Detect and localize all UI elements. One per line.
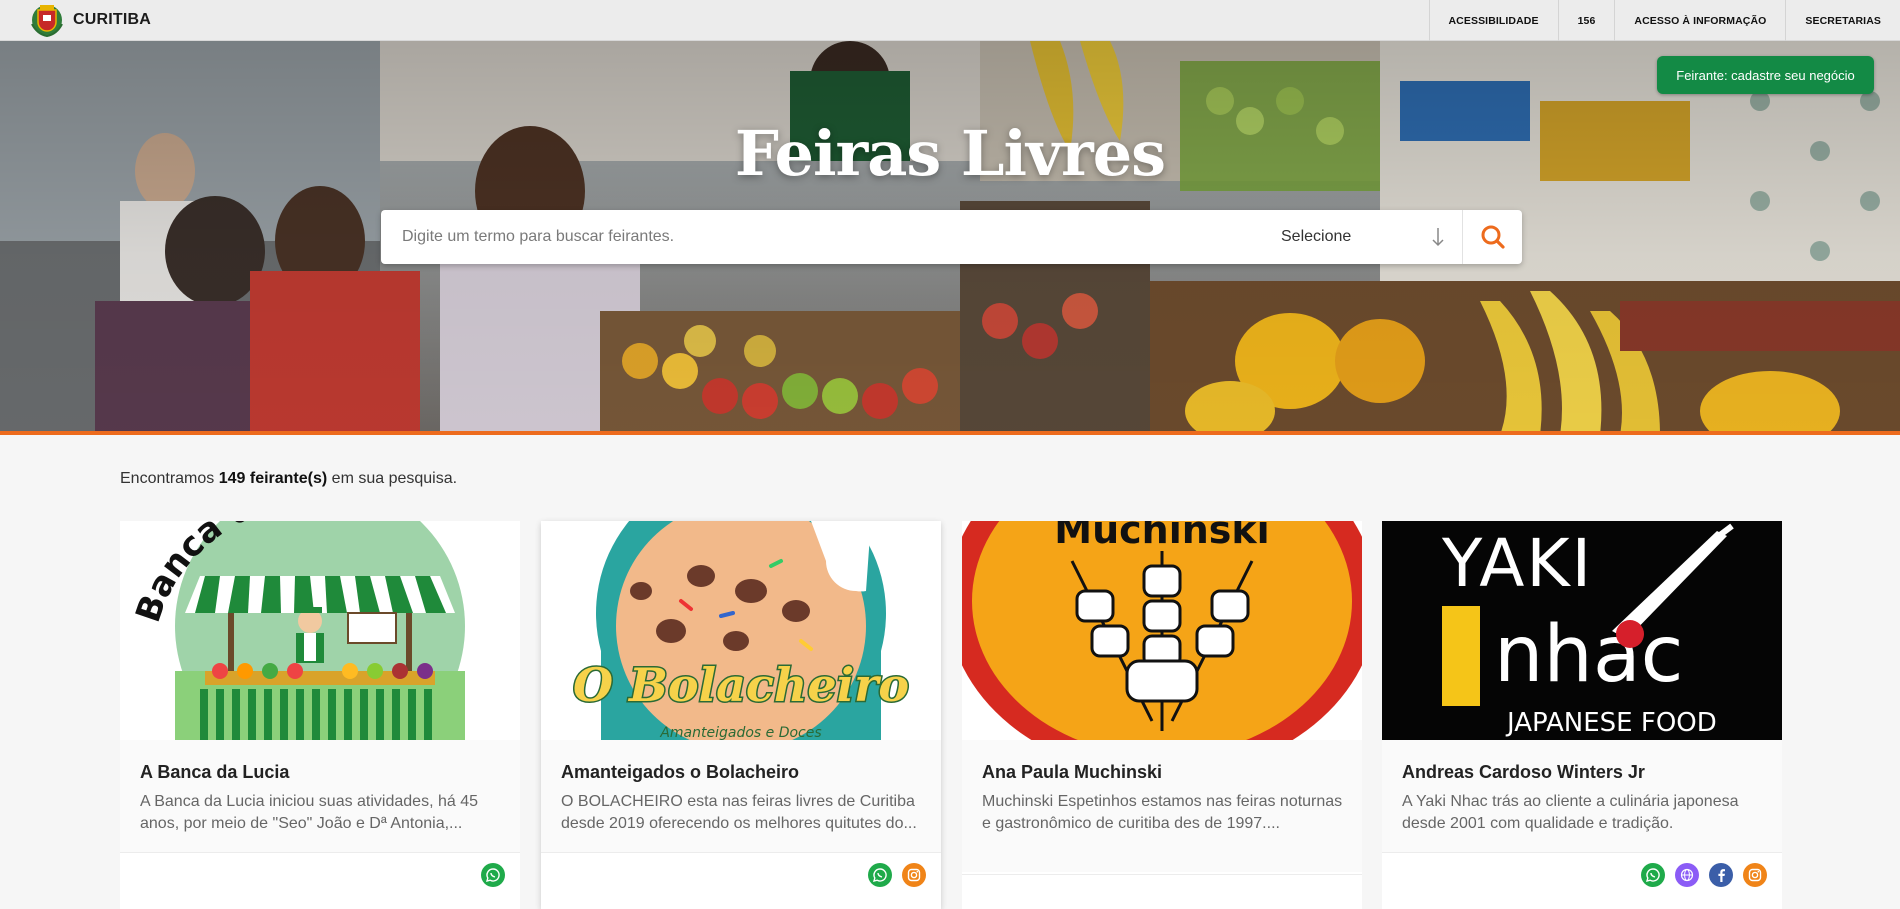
card-description: A Banca da Lucia iniciou suas atividades… — [140, 793, 479, 832]
card-description: Muchinski Espetinhos estamos nas feiras … — [982, 793, 1343, 832]
hero-banner: Feiras Livres Feirante: cadastre seu neg… — [0, 41, 1900, 435]
coat-of-arms-icon — [31, 5, 63, 38]
category-select[interactable]: Selecione — [1281, 210, 1481, 264]
card-body: Ana Paula Muchinski Muchinski Espetinhos… — [962, 740, 1362, 872]
whatsapp-icon[interactable] — [868, 863, 892, 887]
card-title[interactable]: Andreas Cardoso Winters Jr — [1402, 762, 1645, 783]
whatsapp-icon[interactable] — [1641, 863, 1665, 887]
card-description: A Yaki Nhac trás ao cliente a culinária … — [1402, 793, 1739, 832]
logo-text-mid: nhac — [1494, 610, 1684, 700]
muchinski-logo: Muchinski — [962, 521, 1362, 740]
card-footer — [1382, 852, 1782, 898]
nav-secretarias[interactable]: SECRETARIAS — [1785, 0, 1900, 41]
page-title: Feiras Livres — [734, 117, 1166, 190]
instagram-icon[interactable] — [1743, 863, 1767, 887]
logo-text: O Bolacheiro — [573, 658, 909, 712]
vendor-card[interactable]: Banca da Lucia A Banca da Lucia A Banca … — [120, 521, 520, 909]
results-prefix: Encontramos — [120, 470, 219, 487]
brand-name: CURITIBA — [73, 11, 152, 28]
yaki-nhac-logo: YAKI nhac JAPANESE FOOD — [1382, 521, 1782, 740]
vendor-logo: Banca da Lucia — [120, 521, 520, 740]
logo-subtext: Amanteigados e Doces — [659, 725, 821, 740]
card-footer — [541, 852, 941, 898]
results-count: 149 feirante(s) — [218, 470, 328, 487]
facebook-icon[interactable] — [1709, 863, 1733, 887]
vendor-logo: Muchinski — [962, 521, 1362, 740]
select-label: Selecione — [1281, 228, 1352, 245]
vendor-logo: YAKI nhac JAPANESE FOOD — [1382, 521, 1782, 740]
bolacheiro-logo: O Bolacheiro Amanteigados e Doces — [541, 521, 941, 740]
card-title[interactable]: Ana Paula Muchinski — [982, 762, 1162, 783]
results-summary: Encontramos 149 feirante(s) em sua pesqu… — [120, 470, 457, 488]
vendor-card[interactable]: YAKI nhac JAPANESE FOOD Andreas Cardoso … — [1382, 521, 1782, 909]
vendor-card[interactable]: O Bolacheiro Amanteigados e Doces Amante… — [541, 521, 941, 909]
logo-text-bottom: JAPANESE FOOD — [1505, 708, 1717, 738]
logo-text: Muchinski — [1054, 521, 1269, 552]
nav-acessibilidade[interactable]: ACESSIBILIDADE — [1428, 0, 1558, 41]
whatsapp-icon[interactable] — [481, 863, 505, 887]
curitiba-logo[interactable]: CURITIBA — [28, 3, 152, 38]
instagram-icon[interactable] — [902, 863, 926, 887]
card-footer — [962, 874, 1362, 909]
nav-acesso-informacao[interactable]: ACESSO À INFORMAÇÃO — [1614, 0, 1785, 41]
register-vendor-button[interactable]: Feirante: cadastre seu negócio — [1657, 56, 1874, 94]
logo-text-top: YAKI — [1441, 525, 1593, 602]
results-suffix: em sua pesquisa. — [327, 470, 458, 487]
card-description: O BOLACHEIRO esta nas feiras livres de C… — [561, 793, 917, 832]
arrow-down-icon — [1432, 228, 1444, 247]
website-icon[interactable] — [1675, 863, 1699, 887]
top-bar: CURITIBA ACESSIBILIDADE 156 ACESSO À INF… — [0, 0, 1900, 41]
banca-da-lucia-logo: Banca da Lucia — [120, 521, 520, 740]
card-title[interactable]: A Banca da Lucia — [140, 762, 289, 783]
card-title[interactable]: Amanteigados o Bolacheiro — [561, 762, 799, 783]
nav-156[interactable]: 156 — [1557, 0, 1615, 41]
card-footer — [120, 852, 520, 898]
search-button[interactable] — [1462, 210, 1522, 264]
search-input[interactable] — [381, 210, 1261, 264]
top-navigation: ACESSIBILIDADE 156 ACESSO À INFORMAÇÃO S… — [1428, 0, 1900, 41]
vendor-card[interactable]: Muchinski Ana Paula Muchinski Muchinski … — [962, 521, 1362, 909]
search-bar: Selecione — [381, 210, 1522, 264]
search-icon — [1481, 225, 1505, 249]
vendor-logo: O Bolacheiro Amanteigados e Doces — [541, 521, 941, 740]
